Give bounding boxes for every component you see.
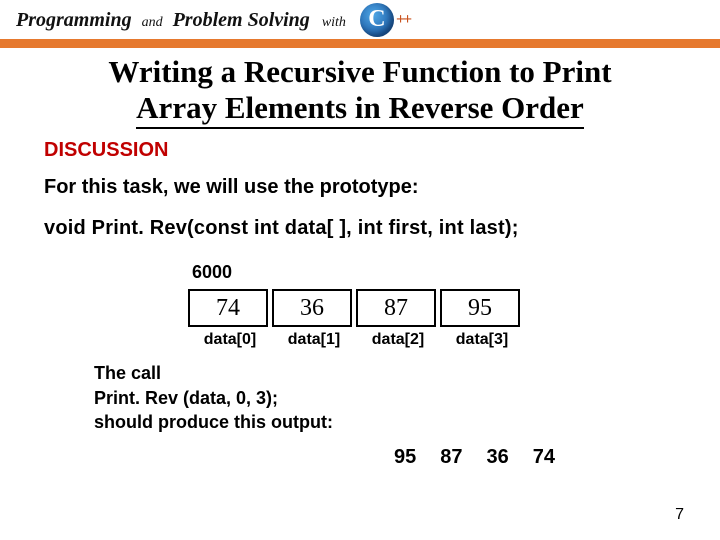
intro-text: For this task, we will use the prototype… (44, 176, 720, 199)
cpp-c-icon: C (360, 3, 394, 37)
output-value: 36 (487, 446, 509, 469)
array-cell: 36 (272, 289, 352, 327)
brand-word-with: with (322, 15, 346, 31)
page-number: 7 (675, 506, 684, 524)
array-index-label: data[1] (272, 331, 356, 349)
title-line1: Writing a Recursive Function to Print (108, 54, 611, 89)
array-cell: 95 (440, 289, 520, 327)
function-prototype: void Print. Rev(const int data[ ], int f… (44, 217, 720, 240)
array-index-label: data[3] (440, 331, 524, 349)
brand-word-problem-solving: Problem Solving (173, 9, 310, 32)
brand-header: Programming and Problem Solving with C +… (0, 0, 720, 42)
cpp-plus-icon: ++ (396, 11, 410, 29)
call-line3: should produce this output: (94, 410, 720, 434)
array-cells: 74 36 87 95 (188, 289, 720, 327)
expected-output: 95 87 36 74 (394, 446, 555, 469)
memory-address-label: 6000 (192, 262, 720, 283)
section-heading-discussion: DISCUSSION (44, 139, 720, 162)
call-description: The call Print. Rev (data, 0, 3); should… (94, 361, 720, 434)
array-index-label: data[2] (356, 331, 440, 349)
array-index-label: data[0] (188, 331, 272, 349)
array-cell: 87 (356, 289, 436, 327)
title-line2: Array Elements in Reverse Order (136, 90, 584, 130)
brand-text: Programming and Problem Solving with C +… (16, 3, 410, 37)
array-cell: 74 (188, 289, 268, 327)
header-divider (0, 42, 720, 48)
call-line2: Print. Rev (data, 0, 3); (94, 386, 720, 410)
slide-title: Writing a Recursive Function to Print Ar… (40, 54, 680, 129)
cpp-logo: C ++ (360, 3, 410, 37)
array-index-labels: data[0] data[1] data[2] data[3] (188, 331, 720, 349)
brand-word-and: and (142, 15, 163, 31)
output-value: 74 (533, 446, 555, 469)
brand-word-programming: Programming (16, 9, 132, 32)
output-value: 95 (394, 446, 416, 469)
call-line1: The call (94, 361, 720, 385)
output-value: 87 (440, 446, 462, 469)
